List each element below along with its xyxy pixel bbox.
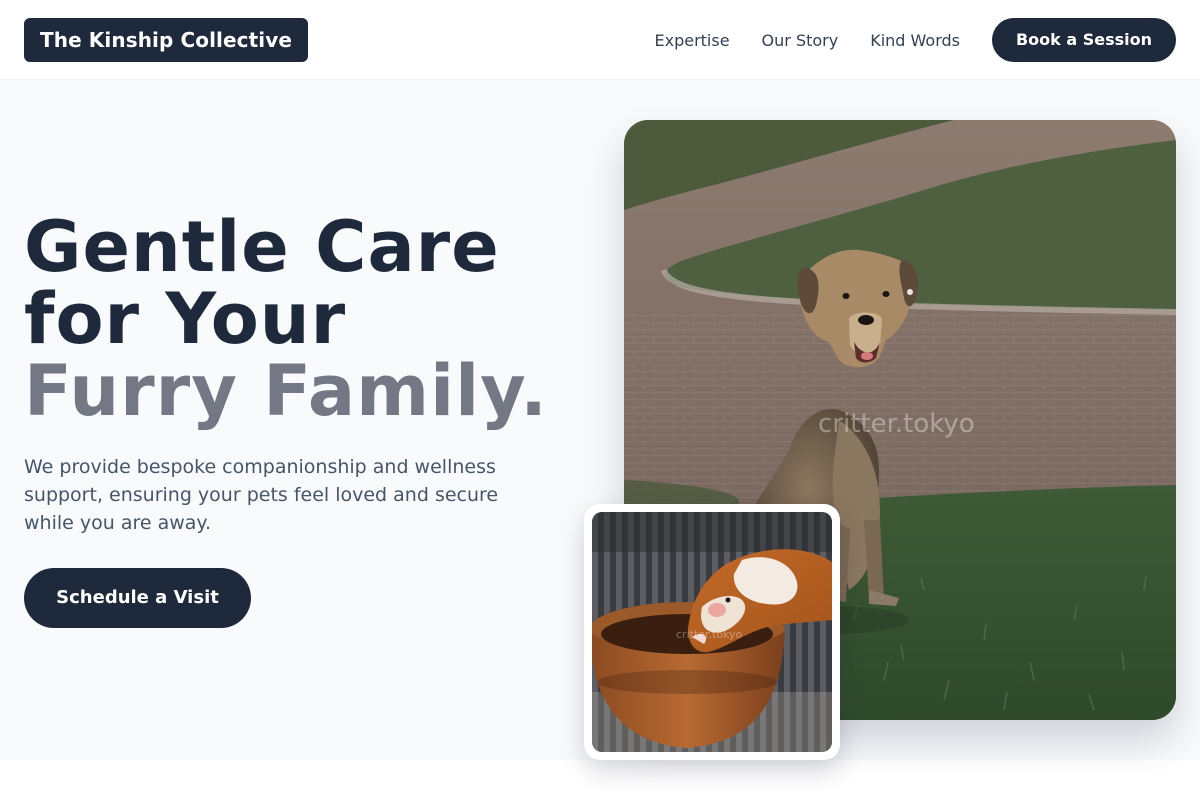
headline-line-1: Gentle Care xyxy=(24,206,500,288)
guinea-pig-photo-illustration: critter.tokyo xyxy=(592,512,832,752)
schedule-visit-button[interactable]: Schedule a Visit xyxy=(24,568,251,628)
main-nav: Expertise Our Story Kind Words xyxy=(654,0,960,80)
headline-line-2: for Your xyxy=(24,278,347,360)
book-session-button[interactable]: Book a Session xyxy=(992,18,1176,62)
nav-link-expertise[interactable]: Expertise xyxy=(654,31,729,50)
nav-link-kind-words[interactable]: Kind Words xyxy=(870,31,960,50)
hero-section: Gentle Care for Your Furry Family. We pr… xyxy=(0,81,1200,760)
hero-headline: Gentle Care for Your Furry Family. xyxy=(24,211,604,427)
site-header: The Kinship Collective Expertise Our Sto… xyxy=(0,0,1200,80)
nav-link-our-story[interactable]: Our Story xyxy=(762,31,839,50)
guinea-pig-photo-card: critter.tokyo xyxy=(584,504,840,760)
inset-photo-watermark: critter.tokyo xyxy=(676,628,743,641)
brand-logo[interactable]: The Kinship Collective xyxy=(24,18,309,62)
hero-description: We provide bespoke companionship and wel… xyxy=(24,456,499,534)
headline-line-3: Furry Family. xyxy=(24,350,548,432)
guinea-pig-photo: critter.tokyo xyxy=(592,512,832,752)
main-photo-watermark: critter.tokyo xyxy=(818,409,975,439)
